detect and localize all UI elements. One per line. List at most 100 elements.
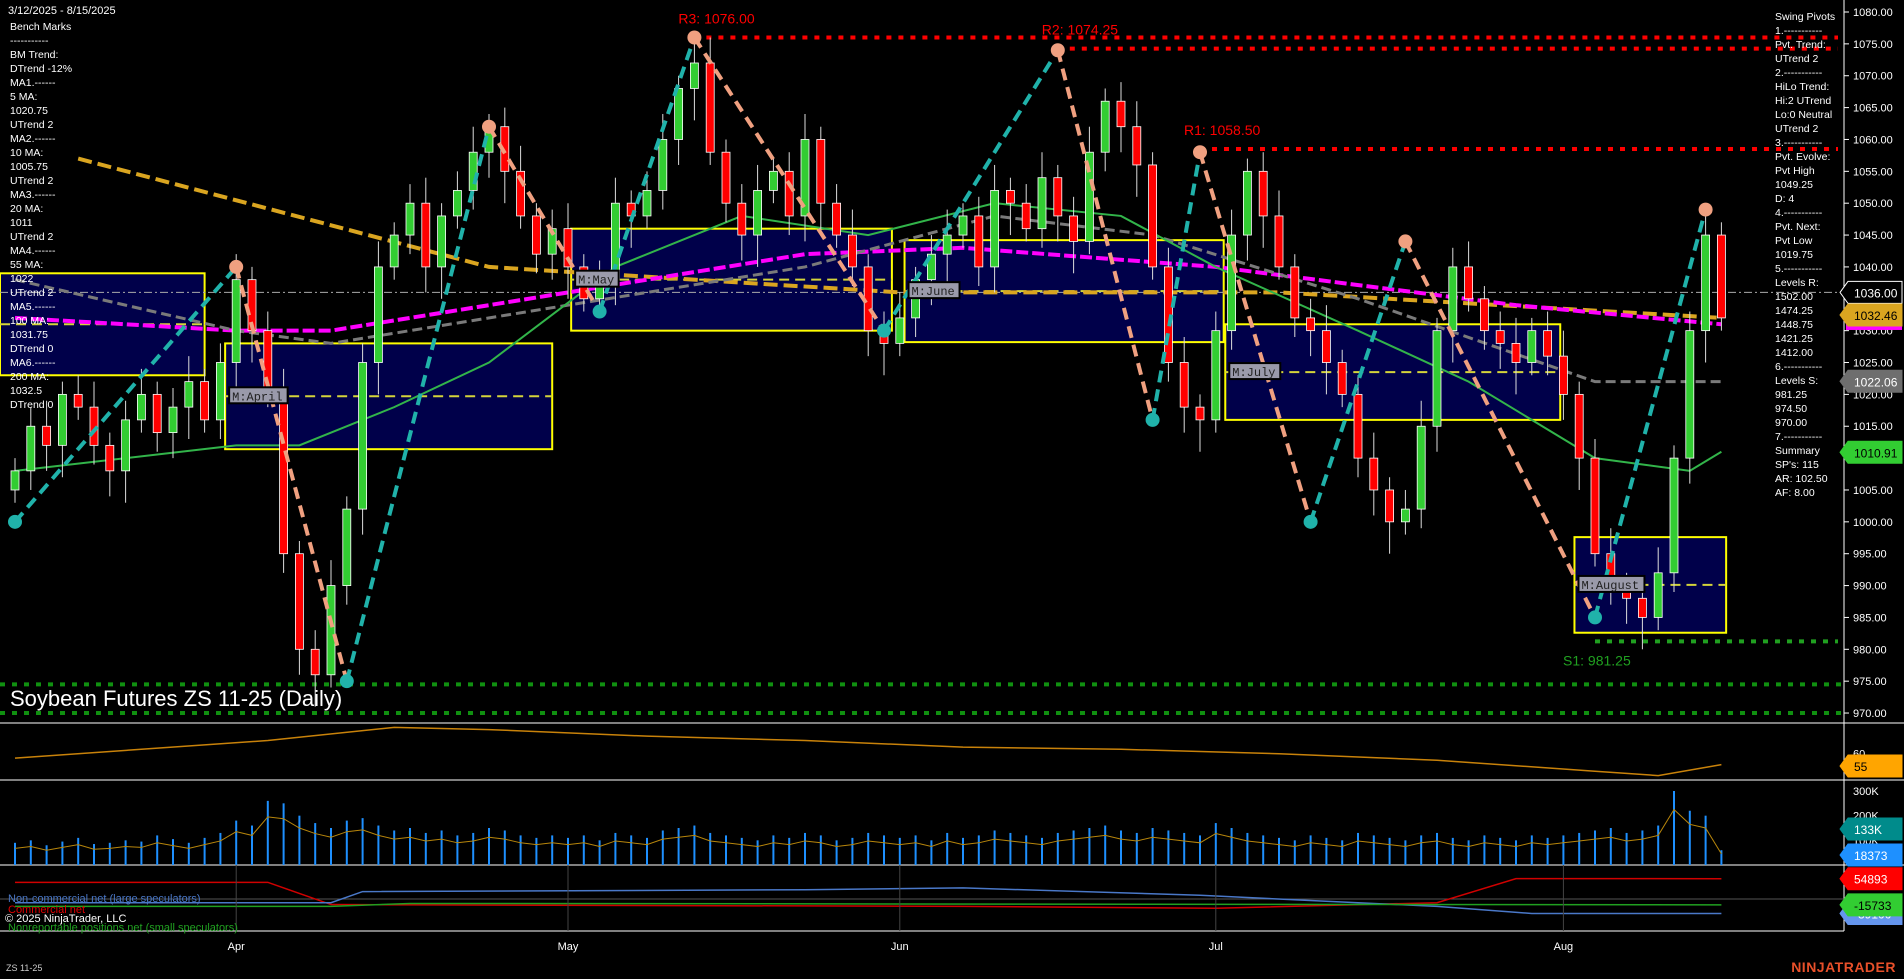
y-tick-label: 975.00: [1853, 676, 1887, 688]
info-line: HiLo Trend:: [1775, 80, 1835, 94]
y-tick-label: 1075.00: [1853, 39, 1893, 51]
swing-high-marker: [687, 30, 701, 44]
info-line: 1020.75: [10, 104, 72, 118]
info-line: Lo:0 Neutral: [1775, 108, 1835, 122]
candle-body: [1386, 490, 1394, 522]
swing-pivots-panel: Swing Pivots1.-----------Pvt. Trend:UTre…: [1775, 10, 1835, 500]
info-line: 100 MA:: [10, 314, 72, 328]
info-line: 7.-----------: [1775, 430, 1835, 444]
candle-body: [1670, 458, 1678, 573]
candle-body: [43, 426, 51, 445]
swing-low-marker: [593, 305, 607, 319]
swing-low-marker: [1588, 610, 1602, 624]
candle-body: [295, 554, 303, 650]
candle-body: [1006, 190, 1014, 203]
candle-body: [1054, 178, 1062, 216]
candle-body: [785, 171, 793, 216]
info-line: MA3.------: [10, 188, 72, 202]
info-line: 10 MA:: [10, 146, 72, 160]
y-tick-label: 995.00: [1853, 549, 1887, 561]
volume-tick: 300K: [1853, 786, 1879, 798]
candle-body: [1480, 299, 1488, 331]
candle-body: [1528, 331, 1536, 363]
candle-body: [1149, 165, 1157, 267]
candle-body: [1354, 394, 1362, 458]
cot-tag: 54893: [1854, 873, 1888, 887]
swing-high-marker: [1398, 234, 1412, 248]
pivot-label: R2: 1074.25: [1042, 22, 1118, 38]
candle-body: [169, 407, 177, 432]
candle-body: [1259, 171, 1267, 216]
candle-body: [216, 363, 224, 420]
info-line: 1005.75: [10, 160, 72, 174]
candle-body: [327, 586, 335, 675]
candle-body: [1686, 331, 1694, 458]
candle-body: [1433, 331, 1441, 427]
info-line: DTrend 0: [10, 342, 72, 356]
y-tick-label: 1025.00: [1853, 358, 1893, 370]
pivot-label: R3: 1076.00: [678, 10, 754, 26]
candle-body: [137, 394, 145, 419]
info-line: Pvt. Trend:: [1775, 38, 1835, 52]
candle-body: [943, 235, 951, 254]
candle-body: [390, 235, 398, 267]
info-line: Hi:2 UTrend: [1775, 94, 1835, 108]
candle-body: [769, 171, 777, 190]
swing-high-marker: [482, 120, 496, 134]
candle-body: [453, 190, 461, 215]
price-chart[interactable]: R3: 1076.00R2: 1074.25R1: 1058.50S1: 981…: [0, 0, 1904, 979]
y-tick-label: 1070.00: [1853, 71, 1893, 83]
info-line: D: 4: [1775, 192, 1835, 206]
candle-body: [1243, 171, 1251, 235]
swing-high-marker: [1193, 145, 1207, 159]
info-line: UTrend 2: [1775, 52, 1835, 66]
month-label: May: [558, 941, 579, 953]
swing-high-marker: [1051, 43, 1065, 57]
cot-tag: -15733: [1854, 899, 1892, 913]
candle-body: [738, 203, 746, 235]
candle-body: [122, 420, 130, 471]
swing-low-marker: [1304, 515, 1318, 529]
y-tick-label: 1065.00: [1853, 103, 1893, 115]
swing-low-marker: [1146, 413, 1160, 427]
info-line: 3.-----------: [1775, 136, 1835, 150]
candle-body: [1559, 356, 1567, 394]
info-line: 1011: [10, 216, 72, 230]
candle-body: [1022, 203, 1030, 228]
candle-body: [643, 190, 651, 215]
candle-body: [1654, 573, 1662, 618]
copyright: © 2025 NinjaTrader, LLC: [5, 913, 126, 925]
info-line: 1421.25: [1775, 332, 1835, 346]
cot-series-line: [15, 888, 1721, 914]
candle-body: [311, 649, 319, 674]
month-box-label: M:April: [232, 390, 282, 404]
info-line: 1448.75: [1775, 318, 1835, 332]
candle-body: [1322, 331, 1330, 363]
info-line: UTrend 2: [10, 174, 72, 188]
candle-body: [74, 394, 82, 407]
bench-marks-panel: Bench Marks-----------BM Trend:DTrend -1…: [10, 20, 72, 412]
info-line: 1032.5: [10, 384, 72, 398]
candle-body: [1544, 331, 1552, 356]
price-tag: 1036.00: [1854, 286, 1898, 300]
month-box-label: M:May: [578, 274, 614, 288]
candle-body: [406, 203, 414, 235]
info-line: 4.-----------: [1775, 206, 1835, 220]
candle-body: [1575, 394, 1583, 458]
info-line: MA4.------: [10, 244, 72, 258]
candle-body: [1512, 343, 1520, 362]
candle-body: [232, 280, 240, 363]
candle-body: [1212, 331, 1220, 420]
symbol-label: ZS 11-25: [6, 963, 42, 973]
pivot-label: R1: 1058.50: [1184, 122, 1260, 138]
info-line: UTrend 2: [10, 286, 72, 300]
candle-body: [1038, 178, 1046, 229]
oscillator-tag-bg: [1840, 755, 1902, 777]
info-line: MA5.------: [10, 300, 72, 314]
candle-body: [690, 63, 698, 88]
swing-high-marker: [1699, 203, 1713, 217]
info-line: 200 MA:: [10, 370, 72, 384]
y-tick-label: 1080.00: [1853, 7, 1893, 19]
candle-body: [991, 190, 999, 266]
info-line: 5 MA:: [10, 90, 72, 104]
